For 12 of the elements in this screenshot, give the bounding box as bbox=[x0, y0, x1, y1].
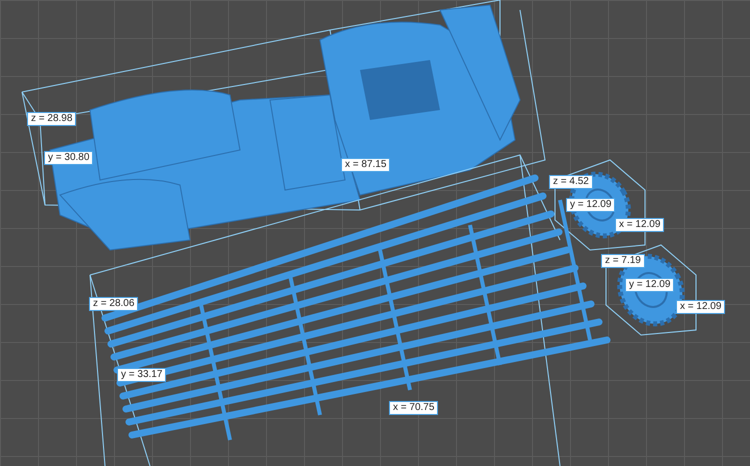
dimension-label: x = 12.09 bbox=[615, 218, 664, 232]
dimension-label: y = 33.17 bbox=[117, 368, 166, 382]
dimension-label: y = 12.09 bbox=[625, 278, 674, 292]
dimension-label: x = 12.09 bbox=[676, 300, 726, 314]
dimension-label: y = 30.80 bbox=[44, 151, 94, 165]
dimension-label: x = 87.15 bbox=[341, 158, 390, 172]
dimension-label: z = 28.98 bbox=[27, 112, 76, 126]
dimension-label: z = 28.06 bbox=[89, 297, 138, 311]
dimension-label: x = 70.75 bbox=[389, 401, 438, 415]
dimension-label: z = 4.52 bbox=[549, 175, 593, 189]
dimension-label: y = 12.09 bbox=[566, 198, 616, 212]
dimension-label: z = 7.19 bbox=[601, 254, 645, 268]
